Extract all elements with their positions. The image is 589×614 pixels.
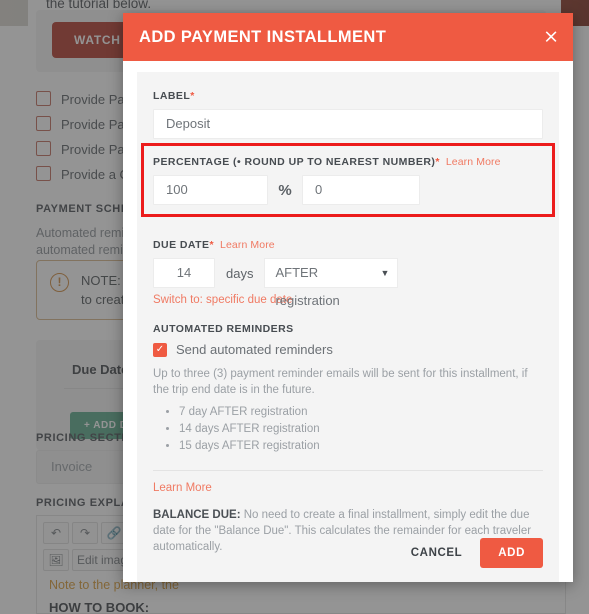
percentage-input[interactable]: 100 — [153, 175, 268, 205]
due-date-learn-more-link[interactable]: Learn More — [220, 239, 275, 251]
due-days-unit-label: days — [226, 265, 254, 281]
due-date-section: DUE DATE* Learn More 14 days AFTER regist… — [153, 239, 543, 308]
due-date-field-label: DUE DATE* Learn More — [153, 239, 543, 251]
automated-reminders-label: AUTOMATED REMINDERS — [153, 323, 294, 335]
percentage-required-marker: * — [435, 156, 440, 168]
reminder-schedule-item: 14 days AFTER registration — [179, 421, 543, 437]
modal-body: LABEL* Deposit PERCENTAGE (• ROUND UP TO… — [123, 61, 573, 582]
learn-more-link[interactable]: Learn More — [153, 482, 543, 494]
form-panel: LABEL* Deposit PERCENTAGE (• ROUND UP TO… — [137, 72, 559, 582]
reminder-schedule-item: 15 days AFTER registration — [179, 438, 543, 454]
send-reminders-checkbox[interactable]: ✓ — [153, 342, 167, 357]
section-divider — [153, 470, 543, 471]
modal-footer: CANCEL ADD — [411, 538, 543, 568]
add-payment-installment-modal: ADD PAYMENT INSTALLMENT × LABEL* Deposit… — [123, 13, 573, 582]
modal-header: ADD PAYMENT INSTALLMENT × — [123, 13, 573, 61]
due-date-relation-value: AFTER registration — [275, 265, 340, 308]
due-days-input[interactable]: 14 — [153, 258, 215, 288]
send-reminders-row[interactable]: ✓ Send automated reminders — [153, 342, 543, 357]
close-icon[interactable]: × — [543, 27, 559, 47]
percentage-learn-more-link[interactable]: Learn More — [446, 156, 501, 168]
percentage-group-highlight: PERCENTAGE (• ROUND UP TO NEAREST NUMBER… — [141, 143, 555, 217]
balance-due-prefix: BALANCE DUE: — [153, 509, 241, 521]
chevron-down-icon: ▼ — [380, 268, 390, 278]
percent-symbol: % — [278, 181, 292, 199]
percentage-field-label-text: PERCENTAGE (• ROUND UP TO NEAREST NUMBER… — [153, 156, 436, 168]
due-date-row: 14 days AFTER registration ▼ — [153, 258, 543, 308]
add-button[interactable]: ADD — [480, 538, 543, 568]
send-reminders-label: Send automated reminders — [176, 342, 333, 357]
percentage-field-label: PERCENTAGE (• ROUND UP TO NEAREST NUMBER… — [153, 156, 543, 168]
due-date-field-label-text: DUE DATE — [153, 239, 210, 251]
reminder-schedule-item: 7 day AFTER registration — [179, 404, 543, 420]
label-field-label: LABEL* — [153, 90, 543, 102]
percentage-row: 100 % 0 — [153, 175, 543, 205]
label-required-marker: * — [190, 90, 195, 102]
modal-title: ADD PAYMENT INSTALLMENT — [139, 27, 387, 46]
reminders-schedule-list: 7 day AFTER registration 14 days AFTER r… — [153, 404, 543, 454]
cancel-button[interactable]: CANCEL — [411, 547, 463, 559]
due-date-required-marker: * — [209, 239, 215, 251]
label-input[interactable]: Deposit — [153, 109, 543, 139]
label-field-label-text: LABEL — [153, 90, 191, 102]
amount-input[interactable]: 0 — [302, 175, 420, 205]
switch-to-specific-date-link[interactable]: Switch to: specific due date — [153, 294, 543, 306]
due-date-relation-select[interactable]: AFTER registration ▼ — [264, 258, 399, 308]
reminders-description: Up to three (3) payment reminder emails … — [153, 368, 528, 396]
